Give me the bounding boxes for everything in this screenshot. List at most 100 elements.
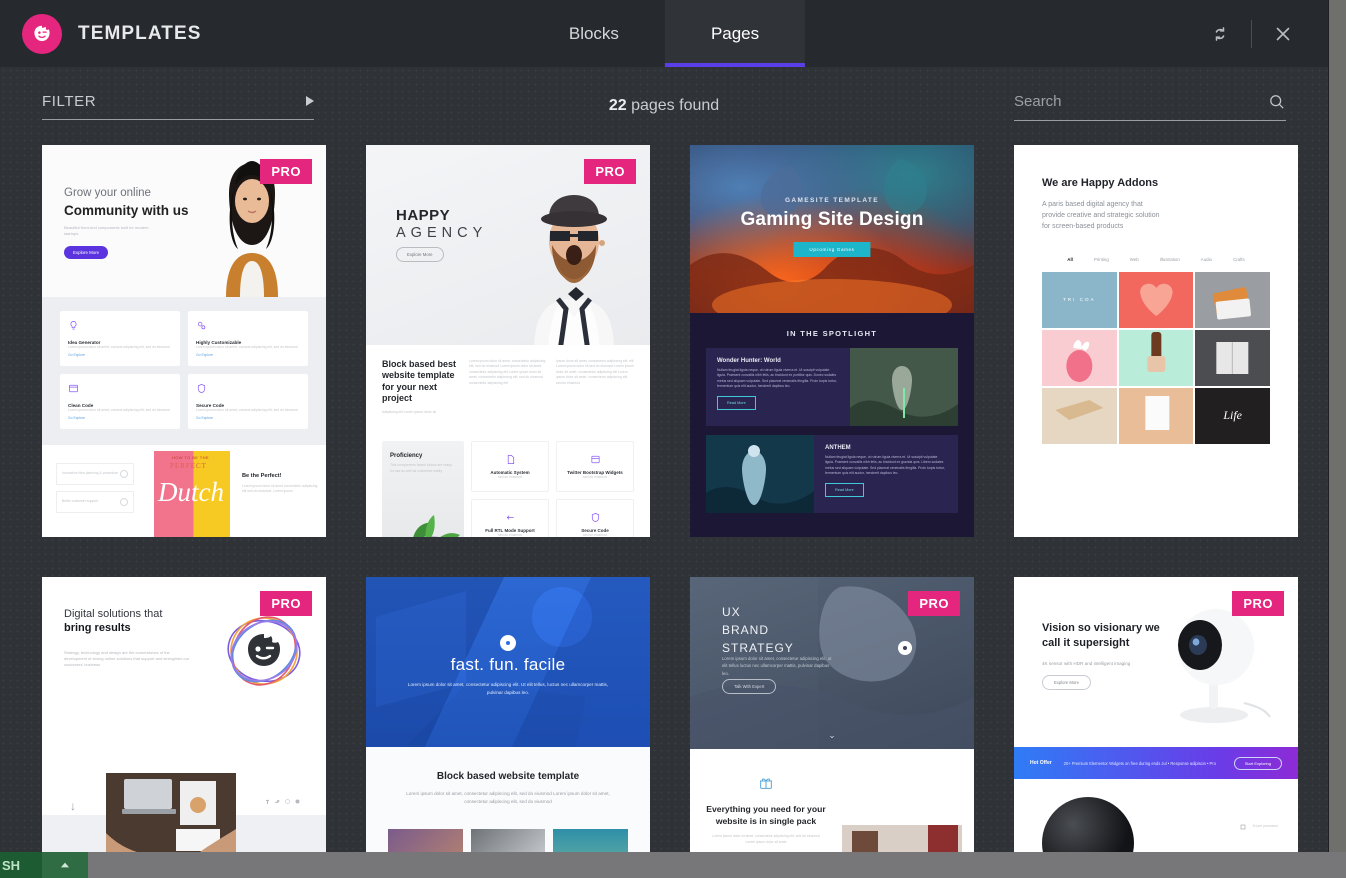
gallery-item-label: TRI COA bbox=[1063, 297, 1096, 303]
pro-badge: PRO bbox=[260, 159, 312, 184]
screen: TEMPLATES Blocks Pages FILTER 22 pages f… bbox=[0, 0, 1346, 878]
spotlight-rows: Wonder Hunter: World Nullam feugiat ligu… bbox=[690, 348, 974, 513]
template-card[interactable]: fast. fun. facile Lorem ipsum dolor sit … bbox=[366, 577, 650, 852]
play-button-icon bbox=[898, 641, 912, 655]
gears-icon bbox=[197, 321, 206, 330]
tab-blocks[interactable]: Blocks bbox=[523, 0, 665, 67]
hipster-photo bbox=[534, 195, 614, 345]
social-links bbox=[265, 799, 300, 804]
hero-title: Digital solutions that bring results bbox=[42, 577, 192, 636]
hero-button: Explore More bbox=[64, 246, 109, 259]
hero-title: Community with us bbox=[64, 203, 189, 218]
tab-pages[interactable]: Pages bbox=[664, 0, 806, 67]
section-title: Everything you need for your website is … bbox=[706, 804, 826, 826]
hero-title: HAPPY bbox=[396, 207, 451, 224]
thumbnail-row bbox=[366, 807, 650, 852]
feature-tile: Secure Code sed do eiusmod bbox=[556, 498, 634, 537]
chevron-up-icon[interactable] bbox=[42, 852, 88, 878]
header-actions bbox=[1197, 11, 1328, 57]
feature-link: Go Explore bbox=[68, 416, 85, 421]
spotlight-title: IN THE SPOTLIGHT bbox=[786, 329, 878, 338]
results-number: 22 bbox=[608, 97, 627, 114]
feature-card: Idea Generator Lorem ipsum dolor sit ame… bbox=[60, 311, 180, 366]
results-label: pages found bbox=[631, 97, 720, 114]
hero-paragraph: Lorem ipsum dolor sit amet, consectetur … bbox=[407, 682, 609, 695]
feature-card: Clean Code Lorem ipsum dolor sit amet, c… bbox=[60, 373, 180, 429]
template-card[interactable]: PRO UX BRAND STRATEGY Lorem ipsum dolor … bbox=[690, 577, 974, 852]
hero-title: We are Happy Addons bbox=[1042, 177, 1159, 189]
taskbar-label: SH bbox=[2, 857, 21, 873]
pro-badge: PRO bbox=[1232, 591, 1284, 616]
section-title: Block based best website template for yo… bbox=[382, 359, 457, 403]
gallery-item bbox=[1042, 329, 1117, 386]
template-hero: fast. fun. facile Lorem ipsum dolor sit … bbox=[366, 577, 650, 747]
results-count: 22 pages found bbox=[609, 97, 719, 115]
pinterest-icon bbox=[295, 799, 300, 804]
search-icon[interactable] bbox=[1267, 92, 1286, 111]
happy-monster-logo-icon bbox=[22, 13, 62, 54]
hero-title: Vision so visionary we call it supersigh… bbox=[1042, 622, 1160, 649]
rtl-icon bbox=[506, 515, 514, 520]
hero-kicker: GAMESITE TEMPLATE bbox=[784, 197, 880, 204]
template-card[interactable]: PRO Grow your online Community with us B… bbox=[42, 145, 326, 537]
row-text: Nullam feugiat ligula neque, ut rutrum l… bbox=[825, 455, 945, 476]
camera-device-photo bbox=[1178, 609, 1271, 723]
hero-title-bold: bring results bbox=[64, 622, 131, 635]
row-title: Wonder Hunter: World bbox=[717, 358, 781, 364]
gallery-item bbox=[1118, 387, 1194, 444]
brand: TEMPLATES bbox=[0, 13, 202, 54]
portfolio-gallery: TRI COA Life bbox=[1014, 271, 1298, 444]
banner-text: 20+ Premium Elementor Widgets on free du… bbox=[1063, 760, 1216, 766]
google-icon bbox=[285, 799, 290, 804]
chevron-down-icon: ⌄ bbox=[828, 730, 836, 740]
feature-row: 8 core processor bbox=[1239, 823, 1278, 831]
plus-icon bbox=[120, 498, 128, 506]
template-card[interactable]: GAMESITE TEMPLATE Gaming Site Design Upc… bbox=[690, 145, 974, 537]
row-text: Nullam feugiat ligula neque, ut rutrum l… bbox=[717, 368, 837, 389]
filter-item: Web bbox=[1129, 256, 1139, 262]
filter-item: Illustration bbox=[1159, 256, 1180, 262]
template-body: Block based website template Lorem ipsum… bbox=[366, 747, 650, 852]
template-card[interactable]: PRO HAPPY AGENCY Explore More Block base… bbox=[366, 145, 650, 537]
list-item: Innovative idea planning & procedure bbox=[56, 463, 134, 485]
gallery-item bbox=[1042, 387, 1117, 444]
feature-text: Lorem ipsum dolor sit amet, consect adip… bbox=[68, 345, 170, 349]
pro-badge: PRO bbox=[908, 591, 960, 616]
plant-photo bbox=[413, 515, 460, 537]
template-card[interactable]: PRO Digital solutions that bring results… bbox=[42, 577, 326, 852]
hero-button: Explore More bbox=[396, 247, 444, 262]
template-card[interactable]: PRO Vision so visionary we call it super… bbox=[1014, 577, 1298, 852]
template-card[interactable]: We are Happy Addons A paris based digita… bbox=[1014, 145, 1298, 537]
feature-text: Lorem ipsum dolor sit amet, consect adip… bbox=[196, 345, 298, 349]
hero-button: Talk With Expert bbox=[722, 679, 777, 694]
plus-icon bbox=[120, 470, 128, 478]
feature-label: 8 core processor bbox=[1252, 824, 1278, 829]
poster-kicker: HOW TO BE THE bbox=[172, 455, 209, 460]
promo-banner: Hot Offer 20+ Premium Elementor Widgets … bbox=[1014, 747, 1298, 779]
hero-title-line1: UX bbox=[722, 605, 741, 619]
portfolio-filters: All Printing Web Illustration Audio Craf… bbox=[1014, 233, 1298, 272]
search-input[interactable] bbox=[1014, 92, 1267, 110]
banner-label: Hot Offer bbox=[1030, 760, 1052, 766]
list-item-label: Innovative idea planning & procedure bbox=[62, 471, 118, 476]
page-title: TEMPLATES bbox=[78, 22, 202, 44]
section-subtitle: Adipiscing elit Lorem ipsum dolor sit bbox=[382, 410, 437, 414]
filter-item: All bbox=[1067, 256, 1073, 262]
poster-script: Dutch bbox=[158, 477, 224, 507]
hero-paragraph: A paris based digital agency that provid… bbox=[1042, 201, 1160, 231]
template-hero: GAMESITE TEMPLATE Gaming Site Design Upc… bbox=[690, 145, 974, 313]
hero-paragraph: Lorem ipsum dolor sit amet, consectetur … bbox=[722, 656, 832, 676]
filter-dropdown[interactable]: FILTER bbox=[42, 93, 314, 120]
tile-sub: sed do eiusmod bbox=[583, 475, 607, 480]
refresh-icon[interactable] bbox=[1197, 11, 1243, 57]
body-column-2: Ipsum dolor sit amet, consectetur adipis… bbox=[556, 359, 634, 385]
feature-card: Highly Customizable Lorem ipsum dolor si… bbox=[188, 311, 308, 366]
search-box[interactable] bbox=[1014, 92, 1286, 121]
feature-tile: Automatic System sed do eiusmod bbox=[471, 441, 549, 492]
templates-modal: TEMPLATES Blocks Pages FILTER 22 pages f… bbox=[0, 0, 1328, 852]
close-icon[interactable] bbox=[1260, 11, 1306, 57]
dark-orb-photo bbox=[1042, 797, 1134, 852]
modal-header: TEMPLATES Blocks Pages bbox=[0, 0, 1328, 67]
feature-tile: Twitter Bootstrap Widgets sed do eiusmod bbox=[556, 441, 634, 492]
templates-scroll-area[interactable]: PRO Grow your online Community with us B… bbox=[0, 145, 1328, 852]
